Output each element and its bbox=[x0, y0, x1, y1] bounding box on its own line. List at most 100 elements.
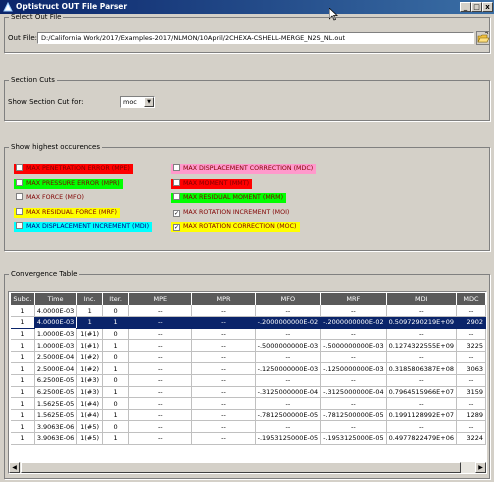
table-cell: 3159 bbox=[456, 386, 486, 399]
table-cell: 1289 bbox=[456, 409, 486, 422]
horizontal-scrollbar[interactable]: ◀ ▶ bbox=[9, 462, 486, 473]
table-cell: -- bbox=[128, 316, 193, 329]
table-cell: -- bbox=[191, 397, 256, 410]
title-bar: Optistruct OUT File Parser _ □ x bbox=[0, 0, 494, 14]
table-row[interactable]: 1 1.0000E-03 1(#1) 0 -- -- -- -- -- -- bbox=[11, 328, 486, 341]
occurrence-label: MAX ROTATION INCREMENT (MOI) bbox=[183, 208, 290, 216]
column-header[interactable]: MDC bbox=[456, 293, 486, 305]
table-cell: 1 bbox=[102, 316, 130, 329]
chevron-down-icon[interactable]: ▼ bbox=[144, 97, 154, 107]
table-cell: 0.5097290219E+09 bbox=[386, 316, 458, 329]
table-cell: -- bbox=[191, 305, 256, 318]
occurrence-checkbox[interactable] bbox=[16, 178, 23, 186]
table-cell: 0.4977822479E+06 bbox=[386, 432, 458, 445]
table-cell: 1(#5) bbox=[76, 432, 103, 445]
table-cell: -- bbox=[386, 420, 458, 434]
table-cell: 0 bbox=[102, 374, 130, 387]
table-cell: 2.5000E-04 bbox=[34, 351, 78, 364]
table-cell: -- bbox=[320, 305, 387, 318]
column-header[interactable]: MRF bbox=[320, 293, 387, 305]
table-row[interactable]: 1 2.5000E-04 1(#2) 1 -- -- -.1250000000E-03 -.1… bbox=[11, 362, 486, 376]
table-cell: 1 bbox=[102, 362, 130, 376]
table-cell: -- bbox=[191, 432, 256, 445]
occurrence-item[interactable]: ✓ MAX ROTATION INCREMENT (MOI) bbox=[171, 207, 293, 218]
table-cell: -.1250000000E-03 bbox=[255, 362, 322, 376]
table-cell: -- bbox=[191, 362, 256, 376]
table-cell: -- bbox=[456, 305, 486, 318]
occurrence-item[interactable]: MAX RESIDUAL FORCE (MRF) bbox=[14, 207, 120, 218]
table-cell: 3.9063E-06 bbox=[34, 420, 78, 434]
browse-folder-icon[interactable] bbox=[476, 31, 490, 45]
occurrence-item[interactable]: MAX RESIDUAL MOMENT (MRM) bbox=[171, 193, 287, 203]
occurrence-checkbox[interactable] bbox=[16, 222, 23, 229]
table-row[interactable]: 1 1.5625E-05 1(#4) 1 -- -- -.7812500000E-05 -.7… bbox=[11, 409, 486, 422]
table-cell: -- bbox=[255, 374, 322, 387]
column-header[interactable]: Inc. bbox=[76, 293, 103, 305]
table-row[interactable]: 1 3.9063E-06 1(#5) 0 -- -- -- -- -- -- bbox=[11, 420, 486, 434]
occurrence-checkbox[interactable] bbox=[173, 178, 180, 186]
table-cell: 6.2500E-05 bbox=[34, 374, 78, 387]
section-cut-select[interactable]: moc ▼ bbox=[120, 96, 155, 108]
table-cell: -- bbox=[128, 397, 193, 410]
column-header[interactable]: Iter. bbox=[102, 293, 130, 305]
table-cell: -.1953125000E-05 bbox=[255, 432, 322, 445]
convergence-table-container: Subc. Time Inc. Iter. MPE MPR MFO MRF MDI MDC 1 4.… bbox=[8, 291, 487, 474]
table-cell: -- bbox=[191, 339, 256, 352]
occurrence-checkbox[interactable]: ✓ bbox=[173, 224, 180, 231]
occurrence-item[interactable]: MAX PRESSURE ERROR (MPR) bbox=[14, 178, 123, 189]
maximize-button[interactable]: □ bbox=[471, 2, 482, 12]
occurrence-item[interactable]: ✓ MAX ROTATION CORRECTION (MOC) bbox=[171, 222, 300, 232]
scroll-left-icon[interactable]: ◀ bbox=[9, 462, 20, 473]
table-cell: -- bbox=[128, 420, 193, 434]
table-cell: 2902 bbox=[456, 316, 486, 329]
table-cell: -- bbox=[128, 328, 193, 341]
app-icon bbox=[3, 2, 13, 12]
table-cell: -- bbox=[255, 397, 322, 410]
table-row[interactable]: 1 2.5000E-04 1(#2) 0 -- -- -- -- -- -- bbox=[11, 351, 486, 364]
occurrence-checkbox[interactable]: ✓ bbox=[173, 209, 180, 217]
column-header[interactable]: MPR bbox=[191, 293, 256, 305]
table-cell: -- bbox=[456, 351, 486, 364]
table-row[interactable]: 1 4.0000E-03 1 0 -- -- -- -- -- -- bbox=[11, 305, 486, 318]
occurrence-checkbox[interactable] bbox=[16, 193, 23, 200]
occurrence-label: MAX DISPLACEMENT INCREMENT (MDI) bbox=[26, 223, 150, 230]
occurrence-item[interactable]: MAX DISPLACEMENT CORRECTION (MDC) bbox=[171, 164, 317, 174]
table-row[interactable]: 1 6.2500E-05 1(#3) 0 -- -- -- -- -- -- bbox=[11, 374, 486, 387]
table-cell: -- bbox=[456, 374, 486, 387]
table-cell: 1(#3) bbox=[76, 386, 103, 399]
occurrence-checkbox[interactable] bbox=[173, 164, 180, 171]
table-cell: 1.5625E-05 bbox=[34, 397, 78, 410]
table-cell: 1 bbox=[11, 397, 35, 410]
table-row[interactable]: 1 3.9063E-06 1(#5) 1 -- -- -.1953125000E-05 -.1… bbox=[11, 432, 486, 445]
minimize-button[interactable]: _ bbox=[460, 2, 471, 12]
column-header[interactable]: Time bbox=[34, 293, 78, 305]
table-row[interactable]: 1 4.0000E-03 1 1 -- -- -.2000000000E-02 -.20000… bbox=[11, 316, 486, 329]
table-cell: -- bbox=[128, 305, 193, 318]
table-cell: -- bbox=[255, 305, 322, 318]
column-header[interactable]: Subc. bbox=[11, 293, 35, 305]
table-cell: -- bbox=[456, 397, 486, 410]
out-file-path-field[interactable]: D:/California Work/2017/Examples-2017/NL… bbox=[37, 32, 474, 44]
table-cell: 1 bbox=[11, 432, 35, 445]
occurrence-label: MAX PENETRATION ERROR (MPE) bbox=[26, 165, 130, 172]
occurrence-checkbox[interactable] bbox=[173, 193, 180, 200]
table-cell: 1 bbox=[11, 305, 35, 318]
column-header[interactable]: MFO bbox=[255, 293, 322, 305]
table-row[interactable]: 1 1.0000E-03 1(#1) 1 -- -- -.5000000000E-03 -.5… bbox=[11, 339, 486, 352]
show-section-cut-label: Show Section Cut for: bbox=[8, 98, 84, 106]
scrollbar-thumb[interactable] bbox=[21, 462, 461, 473]
table-cell: 1 bbox=[102, 339, 130, 352]
occurrence-checkbox[interactable] bbox=[16, 207, 23, 215]
table-cell: -.2000000000E-02 bbox=[320, 316, 387, 329]
scroll-right-icon[interactable]: ▶ bbox=[475, 462, 486, 473]
table-row[interactable]: 1 6.2500E-05 1(#3) 1 -- -- -.3125000000E-04 -.3… bbox=[11, 386, 486, 399]
occurrence-item[interactable]: MAX FORCE (MFO) bbox=[14, 193, 87, 203]
occurrence-item[interactable]: MAX MOMENT (MMT) bbox=[171, 178, 253, 189]
occurrence-checkbox[interactable] bbox=[16, 164, 23, 171]
column-header[interactable]: MDI bbox=[386, 293, 458, 305]
occurrence-item[interactable]: MAX DISPLACEMENT INCREMENT (MDI) bbox=[14, 222, 153, 232]
column-header[interactable]: MPE bbox=[128, 293, 193, 305]
occurrence-item[interactable]: MAX PENETRATION ERROR (MPE) bbox=[14, 164, 133, 174]
table-row[interactable]: 1 1.5625E-05 1(#4) 0 -- -- -- -- -- -- bbox=[11, 397, 486, 410]
close-button[interactable]: x bbox=[482, 2, 493, 12]
